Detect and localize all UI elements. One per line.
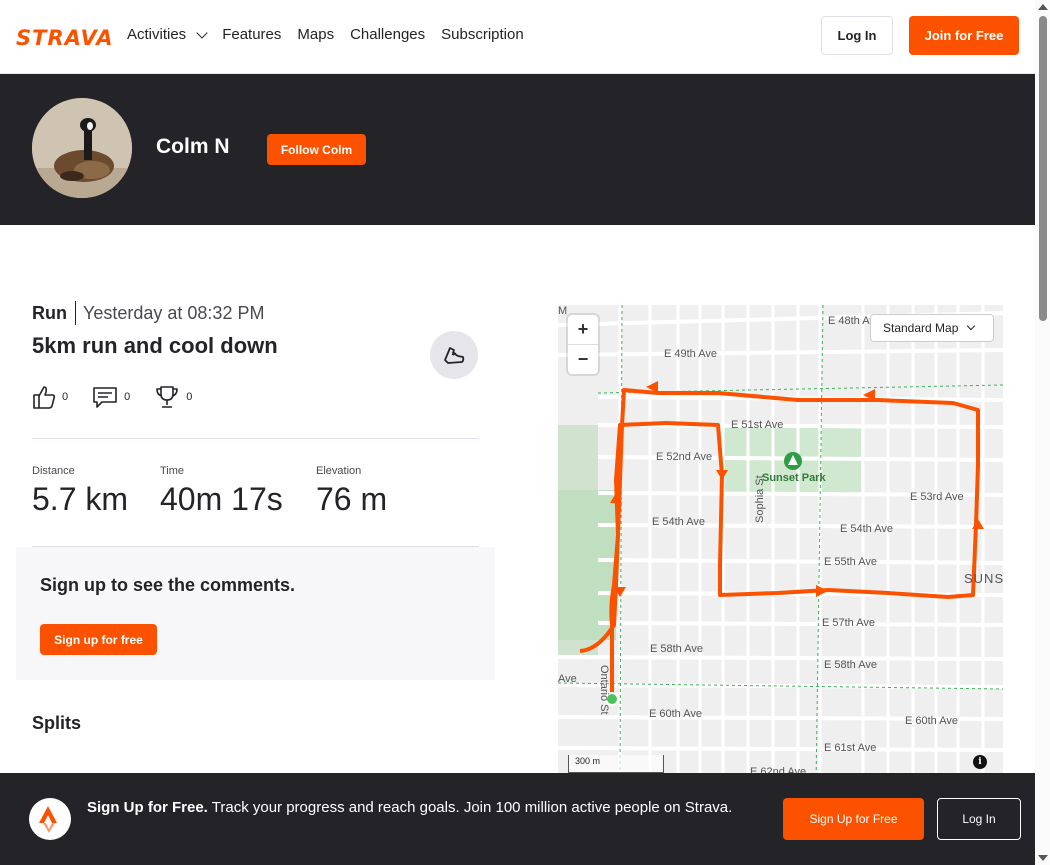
park-area [558, 490, 616, 640]
stat-value: 5.7 km [32, 481, 129, 517]
chevron-down-icon [196, 26, 208, 39]
nav-item-label: Features [222, 26, 282, 43]
scroll-up-icon[interactable] [1038, 4, 1048, 10]
sticky-message: Sign Up for Free. Track your progress an… [87, 797, 757, 819]
scrollbar-thumb[interactable] [1039, 16, 1047, 321]
stat-elevation: Elevation 76 m [316, 465, 387, 518]
sticky-headline: Sign Up for Free. [87, 799, 208, 816]
street-label: Ontario St [598, 665, 610, 715]
street-label: Ave [558, 673, 577, 685]
info-icon[interactable]: i [973, 755, 987, 769]
nav-item-features[interactable]: Features [222, 26, 281, 43]
map-scale: 300 m [568, 755, 664, 773]
activity-time: Yesterday at 08:32 PM [83, 303, 265, 323]
street-label: E 55th Ave [824, 556, 878, 568]
zoom-controls: + − [568, 315, 598, 374]
street-label: E 61st Ave [824, 742, 877, 754]
nav-item-label: Challenges [350, 26, 426, 43]
street-label: E 58th Ave [650, 643, 704, 655]
street-label: E 60th Ave [649, 708, 703, 720]
scroll-down-icon[interactable] [1038, 855, 1048, 861]
strava-badge-icon [29, 798, 71, 840]
map-canvas [558, 305, 1003, 785]
divider [75, 301, 76, 325]
street-label: E 52nd Ave [656, 451, 713, 463]
street-label: E 53rd Ave [910, 491, 964, 503]
nav-item-label: Activities [127, 26, 187, 43]
trophy-icon [156, 386, 179, 408]
splits-heading: Splits [32, 713, 82, 733]
stat-value: 40m 17s [160, 481, 283, 517]
stat-value: 76 m [316, 481, 388, 517]
stat-distance: Distance 5.7 km [32, 465, 128, 518]
nav-item-maps[interactable]: Maps [297, 26, 334, 43]
nav-item-label: Subscription [441, 26, 524, 43]
signup-sticky-banner: Sign Up for Free. Track your progress an… [0, 773, 1035, 865]
sticky-signup-button[interactable]: Sign Up for Free [783, 798, 924, 840]
stat-label: Elevation [316, 465, 362, 477]
stat-label: Time [160, 465, 185, 477]
map-type-select[interactable]: Standard Map [870, 314, 994, 342]
street-label: E 51st Ave [731, 419, 784, 431]
sign-up-free-button[interactable]: Sign up for free [40, 624, 157, 655]
athlete-name[interactable]: Colm N [156, 135, 230, 159]
street-label: E 54th Ave [652, 516, 706, 528]
map-type-label: Standard Map [883, 321, 959, 335]
sticky-body: Track your progress and reach goals. Joi… [211, 799, 733, 816]
comments-count: 0 [124, 391, 131, 403]
follow-button[interactable]: Follow Colm [267, 134, 366, 165]
nav-menu: Activities Features Maps Challenges Subs… [127, 26, 524, 43]
shoe-button[interactable] [430, 331, 478, 379]
street-label: E 60th Ave [905, 715, 959, 727]
kudos-button[interactable]: 0 [32, 384, 68, 410]
neighborhood-label: SUNS [964, 571, 1003, 586]
achievements-button[interactable]: 0 [154, 384, 192, 410]
street-label: E 54th Ave [840, 523, 894, 535]
chevron-down-icon [967, 321, 976, 331]
strava-chevron-icon [39, 806, 57, 833]
street-label: E 58th Ave [824, 659, 878, 671]
nav-item-challenges[interactable]: Challenges [350, 26, 425, 43]
thumbs-up-icon [33, 386, 56, 409]
activity-title: 5km run and cool down [32, 333, 278, 358]
zoom-in-button[interactable]: + [568, 315, 598, 344]
nav-item-subscription[interactable]: Subscription [441, 26, 524, 43]
street-label: M [558, 305, 568, 317]
sticky-login-button[interactable]: Log In [937, 798, 1021, 840]
park-label: Sunset Park [762, 472, 826, 484]
goose-avatar-image [32, 98, 132, 198]
route-map[interactable]: E 48th Ave E 49th Ave E 51st Ave E 52nd … [558, 305, 1003, 785]
activity-type: Run [32, 303, 67, 323]
strava-logo[interactable]: STRAVA [16, 26, 114, 50]
nav-item-label: Maps [297, 26, 335, 43]
kudos-count: 0 [62, 391, 69, 403]
profile-banner: Colm N Follow Colm [0, 74, 1035, 225]
street-label: E 49th Ave [664, 348, 718, 360]
avatar[interactable] [32, 98, 132, 198]
divider [32, 438, 479, 439]
comments-title: Sign up to see the comments. [40, 575, 296, 595]
nav-item-activities[interactable]: Activities [127, 26, 208, 43]
street-label: E 57th Ave [822, 617, 876, 629]
login-button[interactable]: Log In [821, 16, 893, 55]
stat-time: Time 40m 17s [160, 465, 283, 518]
join-button[interactable]: Join for Free [909, 16, 1019, 55]
zoom-out-button[interactable]: − [568, 345, 598, 374]
comment-icon [93, 387, 117, 408]
comments-panel: Sign up to see the comments. Sign up for… [16, 547, 495, 680]
shoe-icon [444, 347, 465, 364]
achievements-count: 0 [186, 391, 193, 403]
comment-button[interactable]: 0 [92, 384, 130, 410]
social-row: 0 0 0 [32, 384, 192, 410]
top-nav: STRAVA Activities Features Maps Challeng… [0, 0, 1035, 74]
stat-label: Distance [32, 465, 75, 477]
